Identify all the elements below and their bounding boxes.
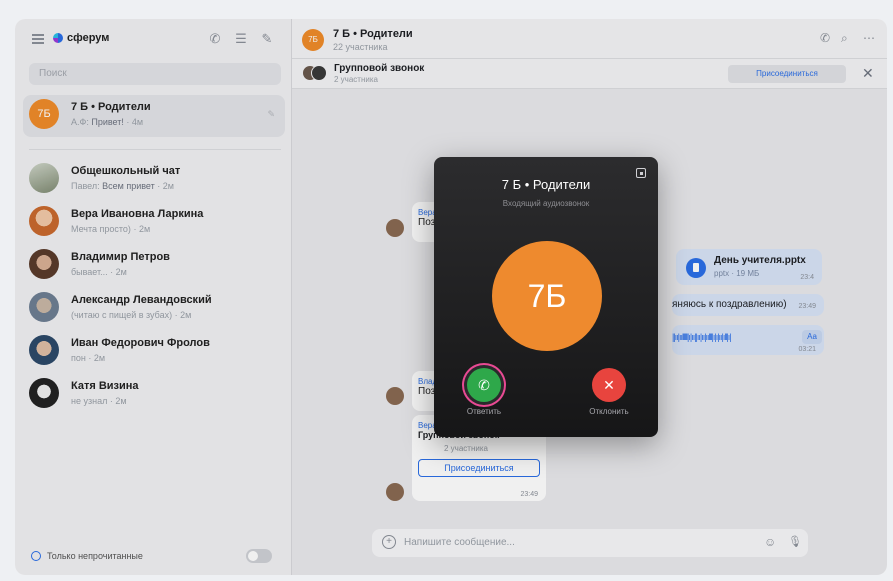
caller-avatar: 7Б: [492, 241, 602, 351]
call-type-label: Входящий аудиозвонок: [502, 199, 590, 208]
phone-icon: ✆: [478, 377, 490, 393]
incoming-call-modal: 7 Б • Родители Входящий аудиозвонок 7Б ✆…: [434, 157, 658, 437]
decline-call-button[interactable]: ✕: [592, 368, 626, 402]
close-icon: ✕: [603, 377, 615, 393]
accept-label: Ответить: [466, 407, 502, 416]
accept-call-button[interactable]: ✆: [467, 368, 501, 402]
decline-label: Отклонить: [589, 407, 629, 416]
call-chat-title: 7 Б • Родители: [501, 177, 591, 192]
